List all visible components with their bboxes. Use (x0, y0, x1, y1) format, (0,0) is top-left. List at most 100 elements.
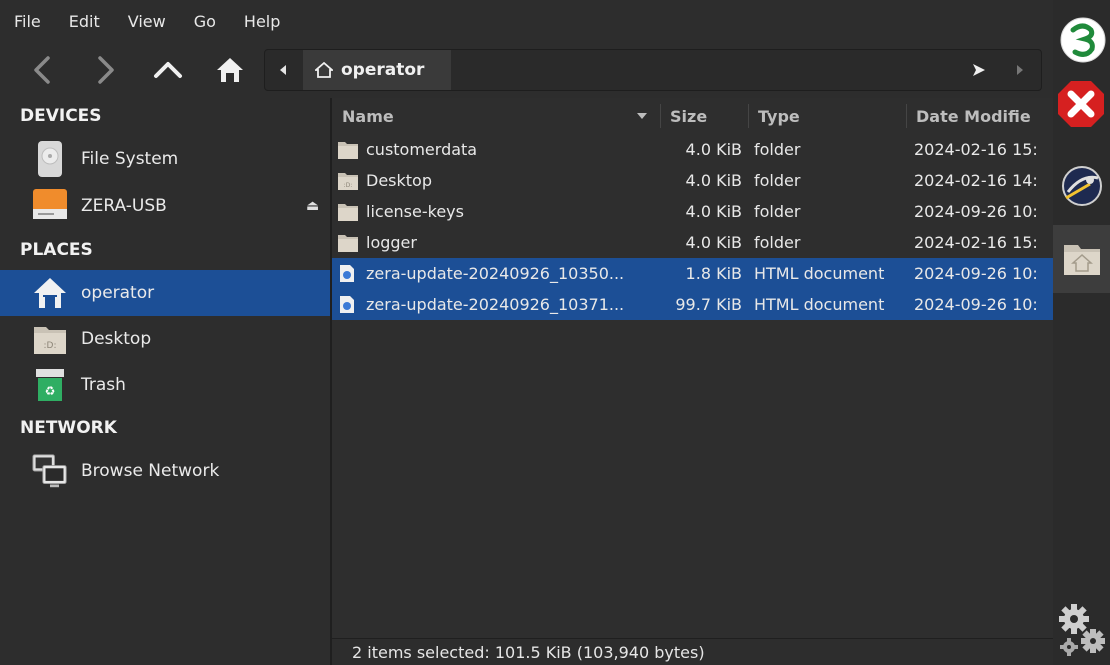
file-type: HTML document (754, 264, 885, 283)
file-name: logger (366, 233, 417, 252)
file-row[interactable]: logger 4.0 KiB folder 2024-02-16 15: (332, 227, 1053, 258)
file-size: 4.0 KiB (685, 202, 742, 221)
status-bar: 2 items selected: 101.5 KiB (103,940 byt… (332, 638, 1053, 665)
file-row[interactable]: :D: Desktop 4.0 KiB folder 2024-02-16 14: (332, 165, 1053, 196)
path-menu-button[interactable] (961, 50, 997, 90)
home-folder-icon (32, 273, 68, 313)
file-type: folder (754, 202, 801, 221)
places-heading: PLACES (20, 240, 93, 260)
triangle-left-icon (280, 65, 286, 75)
network-heading: NETWORK (20, 418, 117, 438)
file-type: folder (754, 140, 801, 159)
desktop-folder-icon: :D: (338, 171, 358, 190)
file-date-modified: 2024-09-26 10: (914, 295, 1038, 314)
file-size: 4.0 KiB (685, 233, 742, 252)
file-size: 99.7 KiB (675, 295, 742, 314)
path-bar: operator (264, 49, 1042, 91)
trash-icon: ♻ (32, 365, 68, 405)
menu-file[interactable]: File (14, 12, 41, 31)
folder-icon (338, 140, 358, 159)
chevron-left-icon (34, 56, 50, 84)
file-name: zera-update-20240926_10350... (366, 264, 625, 283)
column-separator[interactable] (660, 104, 661, 128)
forward-button[interactable] (84, 50, 128, 90)
file-manager-window: File Edit View Go Help operator DEVICES … (0, 0, 1053, 665)
zera-logo-icon[interactable] (1057, 14, 1109, 66)
menu-help[interactable]: Help (244, 12, 280, 31)
devices-heading: DEVICES (20, 106, 102, 126)
sidebar-item-operator[interactable]: operator (0, 270, 330, 316)
html-document-icon (338, 264, 358, 283)
path-scroll-left-button[interactable] (265, 50, 301, 90)
home-icon (217, 58, 243, 82)
sort-descending-icon (637, 113, 647, 119)
file-size: 4.0 KiB (685, 171, 742, 190)
up-button[interactable] (146, 50, 190, 90)
file-size: 1.8 KiB (685, 264, 742, 283)
file-list: Name Size Type Date Modifie customerdata… (332, 98, 1053, 638)
svg-text::D:: :D: (44, 341, 57, 351)
svg-text:♻: ♻ (45, 384, 56, 398)
home-icon (315, 62, 333, 78)
file-type: HTML document (754, 295, 885, 314)
menu-go[interactable]: Go (194, 12, 216, 31)
file-row[interactable]: customerdata 4.0 KiB folder 2024-02-16 15: (332, 134, 1053, 165)
folder-icon (338, 233, 358, 252)
file-type: folder (754, 233, 801, 252)
sidebar-item-label: operator (81, 283, 155, 303)
sidebar: DEVICES File System ZERA-USB ⏏ PLACES op… (0, 98, 330, 665)
file-row[interactable]: license-keys 4.0 KiB folder 2024-09-26 10: (332, 196, 1053, 227)
file-row[interactable]: zera-update-20240926_10371... 99.7 KiB HTM… (332, 289, 1053, 320)
column-separator[interactable] (906, 104, 907, 128)
file-name: zera-update-20240926_10371... (366, 295, 625, 314)
file-name: customerdata (366, 140, 478, 159)
browser-icon[interactable] (1056, 160, 1108, 212)
file-date-modified: 2024-09-26 10: (914, 264, 1038, 283)
close-icon[interactable] (1055, 78, 1107, 130)
status-text: 2 items selected: 101.5 KiB (103,940 byt… (352, 643, 705, 662)
sidebar-item-file-system[interactable]: File System (0, 136, 330, 182)
chevron-up-icon (154, 62, 182, 78)
sidebar-item-browse-network[interactable]: Browse Network (0, 448, 330, 494)
file-date-modified: 2024-02-16 15: (914, 140, 1038, 159)
column-header-date-modified[interactable]: Date Modifie (916, 98, 1053, 134)
path-current-label: operator (341, 60, 425, 80)
file-date-modified: 2024-02-16 14: (914, 171, 1038, 190)
home-button[interactable] (208, 50, 252, 90)
file-row[interactable]: zera-update-20240926_10350... 1.8 KiB HTML… (332, 258, 1053, 289)
drive-icon (32, 139, 68, 179)
folder-icon (338, 202, 358, 221)
html-document-icon (338, 295, 358, 314)
column-header-name[interactable]: Name (342, 98, 662, 134)
file-name: license-keys (366, 202, 464, 221)
gears-icon[interactable] (1056, 604, 1108, 656)
arrow-right-icon (973, 64, 985, 76)
path-button-operator[interactable]: operator (303, 50, 451, 90)
menu-view[interactable]: View (128, 12, 166, 31)
column-header-type[interactable]: Type (758, 98, 898, 134)
column-separator[interactable] (748, 104, 749, 128)
chevron-right-icon (98, 56, 114, 84)
toolbar: operator (0, 42, 1053, 98)
home-folder-icon[interactable] (1056, 232, 1108, 284)
sidebar-item-label: Trash (81, 375, 126, 395)
file-name: Desktop (366, 171, 432, 190)
path-scroll-right-button[interactable] (1005, 50, 1035, 90)
sidebar-item-label: File System (81, 149, 179, 169)
file-size: 4.0 KiB (685, 140, 742, 159)
eject-icon[interactable]: ⏏ (306, 198, 319, 214)
sidebar-item-trash[interactable]: ♻ Trash (0, 362, 330, 408)
sidebar-item-desktop[interactable]: :D: Desktop (0, 316, 330, 362)
usb-drive-icon (32, 186, 68, 226)
file-type: folder (754, 171, 801, 190)
menu-edit[interactable]: Edit (69, 12, 100, 31)
svg-text::D:: :D: (344, 182, 353, 189)
back-button[interactable] (20, 50, 64, 90)
triangle-right-icon (1017, 65, 1023, 75)
menu-bar: File Edit View Go Help (0, 0, 1053, 42)
sidebar-item-label: ZERA-USB (81, 196, 167, 216)
column-header-size[interactable]: Size (670, 98, 750, 134)
sidebar-item-zera-usb[interactable]: ZERA-USB ⏏ (0, 183, 330, 229)
sidebar-item-label: Desktop (81, 329, 152, 349)
file-date-modified: 2024-09-26 10: (914, 202, 1038, 221)
